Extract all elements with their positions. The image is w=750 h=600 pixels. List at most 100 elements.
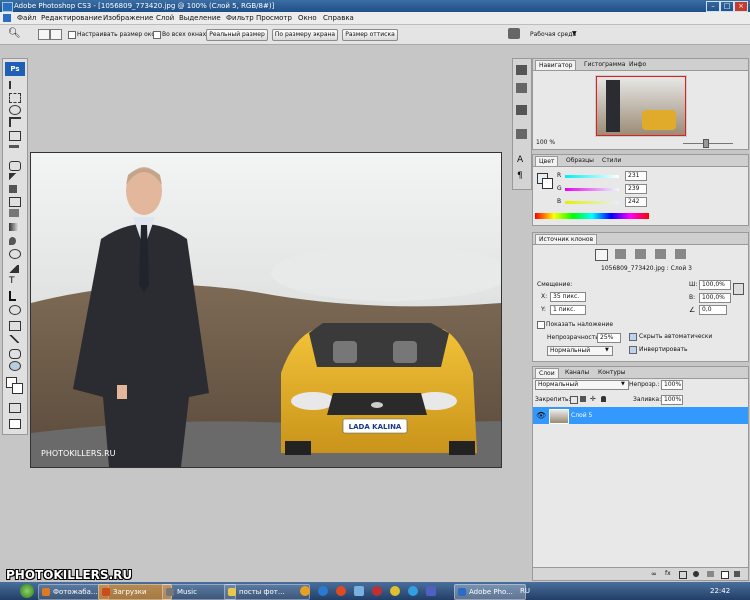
tool-presets-icon[interactable] [516,105,527,115]
scale-w-field[interactable]: 100,0% [699,280,731,290]
channel-b-slider[interactable] [565,201,619,204]
paragraph-panel-icon[interactable]: ¶ [517,171,523,181]
slice-tool-icon[interactable] [9,145,19,148]
layer-row[interactable]: 👁︎ Слой 5 [533,407,748,424]
zoom-in-icon[interactable] [38,29,50,40]
gradient-tool-icon[interactable] [9,223,19,231]
color-spectrum-ramp[interactable] [535,213,649,219]
channel-b-value[interactable]: 242 [625,197,647,207]
view-box[interactable] [596,76,686,136]
app-icon-6[interactable] [390,586,400,596]
brushes-panel-icon[interactable] [516,129,527,139]
taskbar-item-posts[interactable]: посты фот... [224,584,310,600]
menu-help[interactable]: Справка [323,14,354,22]
layer-name[interactable]: Слой 5 [571,412,592,419]
tab-layers[interactable]: Слои [535,368,559,378]
menu-view[interactable]: Просмотр [256,14,292,22]
eraser-tool-icon[interactable] [9,209,19,217]
chevron-down-icon[interactable]: ▼ [621,381,625,387]
taskbar-item-photoshop[interactable]: Adobe Pho... [454,584,526,600]
screen-mode-icon[interactable] [9,419,21,429]
healing-brush-tool-icon[interactable] [9,161,21,171]
menu-layer[interactable]: Слой [156,14,174,22]
hand-tool-icon[interactable] [9,349,21,359]
marquee-tool-icon[interactable] [9,93,21,103]
clone-source-2-icon[interactable] [615,249,626,259]
chevron-down-icon[interactable]: ▼ [572,30,577,37]
app-icon-2[interactable] [318,586,328,596]
quick-mask-icon[interactable] [9,403,21,413]
clone-source-3-icon[interactable] [635,249,646,259]
auto-hide-checkbox[interactable] [629,333,637,341]
dodge-tool-icon[interactable] [9,249,21,259]
resize-windows-checkbox[interactable] [68,31,76,39]
character-panel-icon[interactable]: A [517,155,523,165]
lock-all-icon[interactable] [601,396,606,402]
tab-histogram[interactable]: Гистограмма [581,60,628,69]
menu-window[interactable]: Окно [298,14,317,22]
tab-color[interactable]: Цвет [535,156,559,166]
offset-x-field[interactable]: 35 пикс. [550,292,586,302]
lock-transparency-icon[interactable] [570,396,578,404]
chevron-down-icon[interactable]: ▼ [605,347,609,353]
app-icon-8[interactable] [426,586,436,596]
menu-edit[interactable]: Редактирование [41,14,102,22]
fit-screen-button[interactable]: По размеру экрана [272,29,338,41]
background-color-swatch[interactable] [12,383,23,394]
blur-tool-icon[interactable] [9,237,16,245]
bridge-icon[interactable] [508,28,520,39]
lock-pixels-icon[interactable] [580,396,586,402]
clone-stamp-tool-icon[interactable] [9,185,17,193]
path-selection-tool-icon[interactable] [9,291,16,301]
tab-info[interactable]: Инфо [626,60,649,69]
menu-image[interactable]: Изображение [103,14,153,22]
new-group-icon[interactable] [707,571,714,577]
tab-navigator[interactable]: Навигатор [535,60,577,70]
color-bg-swatch[interactable] [542,178,553,189]
maximize-button[interactable]: □ [720,1,734,12]
history-panel-icon[interactable] [516,83,527,93]
menu-select[interactable]: Выделение [179,14,221,22]
menu-file[interactable]: Файл [17,14,36,22]
actual-pixels-button[interactable]: Реальный размер [206,29,268,41]
blend-mode-dropdown[interactable]: Нормальный [535,380,629,390]
close-button[interactable]: × [734,1,748,12]
lasso-tool-icon[interactable] [9,105,21,115]
history-brush-tool-icon[interactable] [9,197,21,207]
document-canvas[interactable]: PHOTOKILLERS.RU LADA KALINA [30,152,502,468]
zoom-tool-icon[interactable] [9,361,21,371]
link-icon[interactable] [733,283,744,295]
taskbar-item-downloads[interactable]: Загрузки [98,584,172,600]
eye-icon[interactable]: 👁︎ [536,411,546,420]
minimize-button[interactable]: – [706,1,720,12]
start-button[interactable] [20,584,34,598]
tab-swatches[interactable]: Образцы [563,156,597,165]
adjustment-layer-icon[interactable] [693,571,699,577]
language-indicator[interactable]: RU [520,587,530,595]
navigator-panel-icon[interactable] [516,65,527,75]
channel-r-value[interactable]: 231 [625,171,647,181]
print-size-button[interactable]: Размер оттиска [342,29,398,41]
tab-styles[interactable]: Стили [599,156,624,165]
tab-channels[interactable]: Каналы [562,368,592,377]
trash-icon[interactable] [734,571,740,577]
show-overlay-checkbox[interactable] [537,321,545,329]
app-icon-4[interactable] [354,586,364,596]
scale-h-field[interactable]: 100,0% [699,293,731,303]
zoom-out-icon[interactable] [50,29,62,40]
lock-position-icon[interactable]: ✛ [590,395,596,403]
app-icon-3[interactable] [336,586,346,596]
app-icon-7[interactable] [408,586,418,596]
layer-opacity-field[interactable]: 100% [661,380,683,390]
app-icon-5[interactable] [372,586,382,596]
navigator-zoom-value[interactable]: 100 % [536,139,555,146]
new-layer-icon[interactable] [721,571,729,579]
clone-source-1-icon[interactable] [595,249,608,261]
overlay-mode-dropdown[interactable]: Нормальный [547,346,613,356]
workspace-dropdown[interactable]: Рабочая среда [530,31,576,38]
clone-source-5-icon[interactable] [675,249,686,259]
link-layers-icon[interactable]: ∞ [651,570,657,578]
rotation-field[interactable]: 0,0 [699,305,727,315]
tab-paths[interactable]: Контуры [595,368,628,377]
shape-tool-icon[interactable] [9,305,21,315]
